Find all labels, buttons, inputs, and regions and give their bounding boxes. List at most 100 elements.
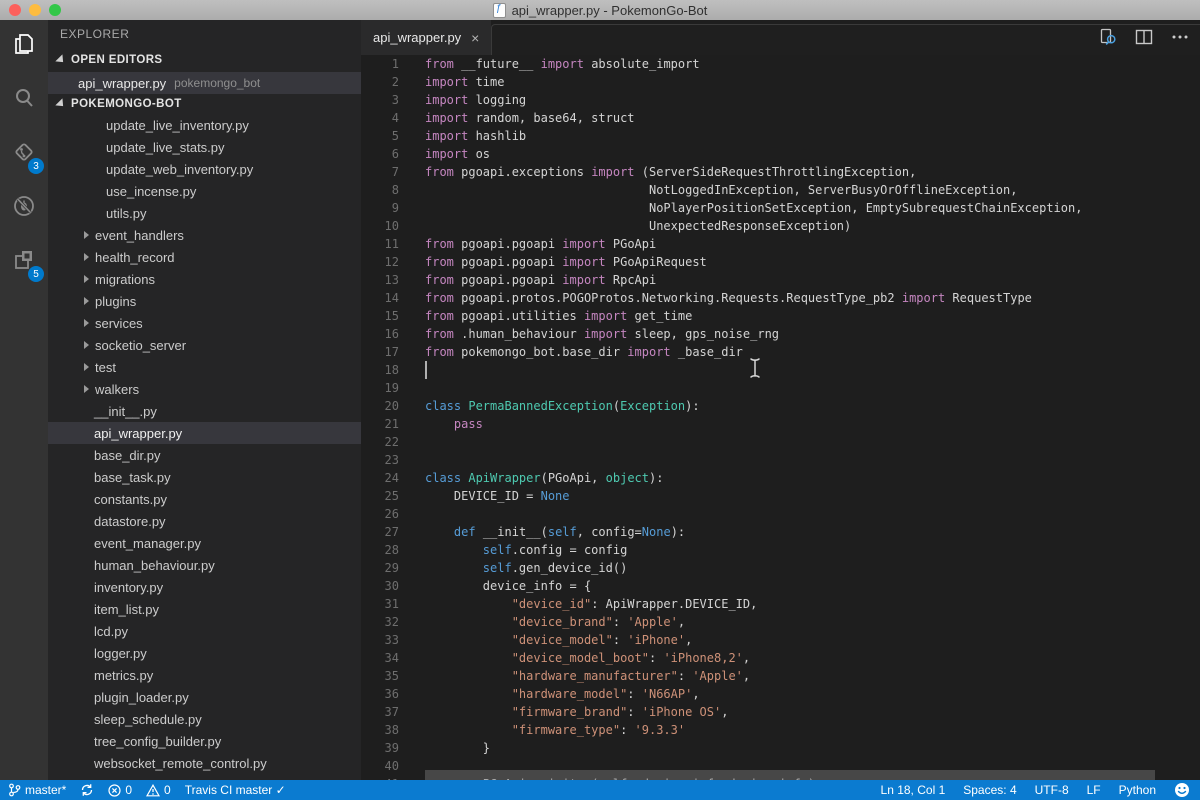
close-button[interactable]: [9, 4, 21, 16]
tree-item-update-live-stats-py[interactable]: update_live_stats.py: [48, 136, 361, 158]
code-line[interactable]: 25 DEVICE_ID = None: [361, 487, 1200, 505]
code-line[interactable]: 35 "hardware_manufacturer": 'Apple',: [361, 667, 1200, 685]
code-line[interactable]: 37 "firmware_brand": 'iPhone OS',: [361, 703, 1200, 721]
open-editor-item[interactable]: api_wrapper.py pokemongo_bot: [48, 72, 361, 94]
tree-item-websocket-remote-control-py[interactable]: websocket_remote_control.py: [48, 752, 361, 774]
tree-item-services[interactable]: services: [48, 312, 361, 334]
code-line[interactable]: 24class ApiWrapper(PGoApi, object):: [361, 469, 1200, 487]
code-area[interactable]: 1from __future__ import absolute_import2…: [361, 55, 1200, 780]
tree-item-walkers[interactable]: walkers: [48, 378, 361, 400]
code-line[interactable]: 6import os: [361, 145, 1200, 163]
more-actions-icon[interactable]: [1170, 27, 1190, 47]
tree-item-utils-py[interactable]: utils.py: [48, 202, 361, 224]
horizontal-scrollbar[interactable]: [425, 770, 1155, 780]
code-line[interactable]: 39 }: [361, 739, 1200, 757]
activity-source-control[interactable]: 3: [8, 138, 40, 170]
tab-close-icon[interactable]: ×: [471, 31, 479, 45]
status-item-git-branch[interactable]: master*: [8, 783, 66, 797]
code-line[interactable]: 32 "device_brand": 'Apple',: [361, 613, 1200, 631]
open-preview-icon[interactable]: [1098, 27, 1118, 47]
tree-item-tree-config-builder-py[interactable]: tree_config_builder.py: [48, 730, 361, 752]
code-line[interactable]: 11from pgoapi.pgoapi import PGoApi: [361, 235, 1200, 253]
title-bar[interactable]: api_wrapper.py - PokemonGo-Bot: [0, 0, 1200, 20]
code-line[interactable]: 23: [361, 451, 1200, 469]
tree-item-test[interactable]: test: [48, 356, 361, 378]
code-line[interactable]: 14from pgoapi.protos.POGOProtos.Networki…: [361, 289, 1200, 307]
tree-item-sleep-schedule-py[interactable]: sleep_schedule.py: [48, 708, 361, 730]
status-item-feedback-smiley[interactable]: [1174, 782, 1190, 798]
code-line[interactable]: 7from pgoapi.exceptions import (ServerSi…: [361, 163, 1200, 181]
tree-item-inventory-py[interactable]: inventory.py: [48, 576, 361, 598]
code-line[interactable]: 3import logging: [361, 91, 1200, 109]
code-line[interactable]: 31 "device_id": ApiWrapper.DEVICE_ID,: [361, 595, 1200, 613]
code-line[interactable]: 17from pokemongo_bot.base_dir import _ba…: [361, 343, 1200, 361]
code-line[interactable]: 1from __future__ import absolute_import: [361, 55, 1200, 73]
code-line[interactable]: 12from pgoapi.pgoapi import PGoApiReques…: [361, 253, 1200, 271]
code-line[interactable]: 20class PermaBannedException(Exception):: [361, 397, 1200, 415]
code-line[interactable]: 2import time: [361, 73, 1200, 91]
status-item[interactable]: UTF-8: [1035, 783, 1069, 797]
code-line[interactable]: 29 self.gen_device_id(): [361, 559, 1200, 577]
code-line[interactable]: 36 "hardware_model": 'N66AP',: [361, 685, 1200, 703]
tree-item-event-manager-py[interactable]: event_manager.py: [48, 532, 361, 554]
code-line[interactable]: 30 device_info = {: [361, 577, 1200, 595]
zoom-button[interactable]: [49, 4, 61, 16]
code-line[interactable]: 26: [361, 505, 1200, 523]
tree-item--init-py[interactable]: __init__.py: [48, 400, 361, 422]
activity-explorer[interactable]: [8, 30, 40, 62]
code-line[interactable]: 28 self.config = config: [361, 541, 1200, 559]
tree-item-label: lcd.py: [94, 624, 128, 639]
activity-debug[interactable]: [8, 192, 40, 224]
code-line[interactable]: 16from .human_behaviour import sleep, gp…: [361, 325, 1200, 343]
tree-item-event-handlers[interactable]: event_handlers: [48, 224, 361, 246]
code-line[interactable]: 34 "device_model_boot": 'iPhone8,2',: [361, 649, 1200, 667]
tree-item-base-dir-py[interactable]: base_dir.py: [48, 444, 361, 466]
code-line[interactable]: 18: [361, 361, 1200, 379]
minimize-button[interactable]: [29, 4, 41, 16]
tree-item-plugins[interactable]: plugins: [48, 290, 361, 312]
open-editors-header[interactable]: OPEN EDITORS: [48, 48, 361, 72]
tree-item-metrics-py[interactable]: metrics.py: [48, 664, 361, 686]
status-item-error[interactable]: 0: [108, 783, 132, 797]
activity-extensions[interactable]: 5: [8, 246, 40, 278]
tab-api-wrapper[interactable]: api_wrapper.py ×: [361, 20, 491, 55]
tree-item-logger-py[interactable]: logger.py: [48, 642, 361, 664]
tree-item-plugin-loader-py[interactable]: plugin_loader.py: [48, 686, 361, 708]
tree-item-constants-py[interactable]: constants.py: [48, 488, 361, 510]
code-line[interactable]: 33 "device_model": 'iPhone',: [361, 631, 1200, 649]
tree-item-update-web-inventory-py[interactable]: update_web_inventory.py: [48, 158, 361, 180]
tree-item-lcd-py[interactable]: lcd.py: [48, 620, 361, 642]
project-header[interactable]: POKEMONGO-BOT: [48, 94, 361, 114]
tree-item-base-task-py[interactable]: base_task.py: [48, 466, 361, 488]
tree-item-datastore-py[interactable]: datastore.py: [48, 510, 361, 532]
code-line[interactable]: 21 pass: [361, 415, 1200, 433]
code-line[interactable]: 10 UnexpectedResponseException): [361, 217, 1200, 235]
status-item-warning[interactable]: 0: [146, 783, 171, 797]
tree-item-update-live-inventory-py[interactable]: update_live_inventory.py: [48, 114, 361, 136]
status-item-sync[interactable]: [80, 783, 94, 797]
tree-item-human-behaviour-py[interactable]: human_behaviour.py: [48, 554, 361, 576]
tree-item-api-wrapper-py[interactable]: api_wrapper.py: [48, 422, 361, 444]
status-item[interactable]: LF: [1087, 783, 1101, 797]
code-line[interactable]: 5import hashlib: [361, 127, 1200, 145]
status-item[interactable]: Spaces: 4: [963, 783, 1016, 797]
code-line[interactable]: 19: [361, 379, 1200, 397]
activity-search[interactable]: [8, 84, 40, 116]
split-editor-icon[interactable]: [1134, 27, 1154, 47]
code-line[interactable]: 22: [361, 433, 1200, 451]
code-line[interactable]: 4import random, base64, struct: [361, 109, 1200, 127]
status-item[interactable]: Travis CI master ✓: [185, 783, 286, 797]
tree-item-use-incense-py[interactable]: use_incense.py: [48, 180, 361, 202]
status-item[interactable]: Python: [1119, 783, 1156, 797]
code-line[interactable]: 13from pgoapi.pgoapi import RpcApi: [361, 271, 1200, 289]
tree-item-item-list-py[interactable]: item_list.py: [48, 598, 361, 620]
tree-item-health-record[interactable]: health_record: [48, 246, 361, 268]
code-line[interactable]: 9 NoPlayerPositionSetException, EmptySub…: [361, 199, 1200, 217]
code-line[interactable]: 27 def __init__(self, config=None):: [361, 523, 1200, 541]
tree-item-socketio-server[interactable]: socketio_server: [48, 334, 361, 356]
code-line[interactable]: 15from pgoapi.utilities import get_time: [361, 307, 1200, 325]
code-line[interactable]: 38 "firmware_type": '9.3.3': [361, 721, 1200, 739]
tree-item-migrations[interactable]: migrations: [48, 268, 361, 290]
code-line[interactable]: 8 NotLoggedInException, ServerBusyOrOffl…: [361, 181, 1200, 199]
status-item[interactable]: Ln 18, Col 1: [881, 783, 946, 797]
